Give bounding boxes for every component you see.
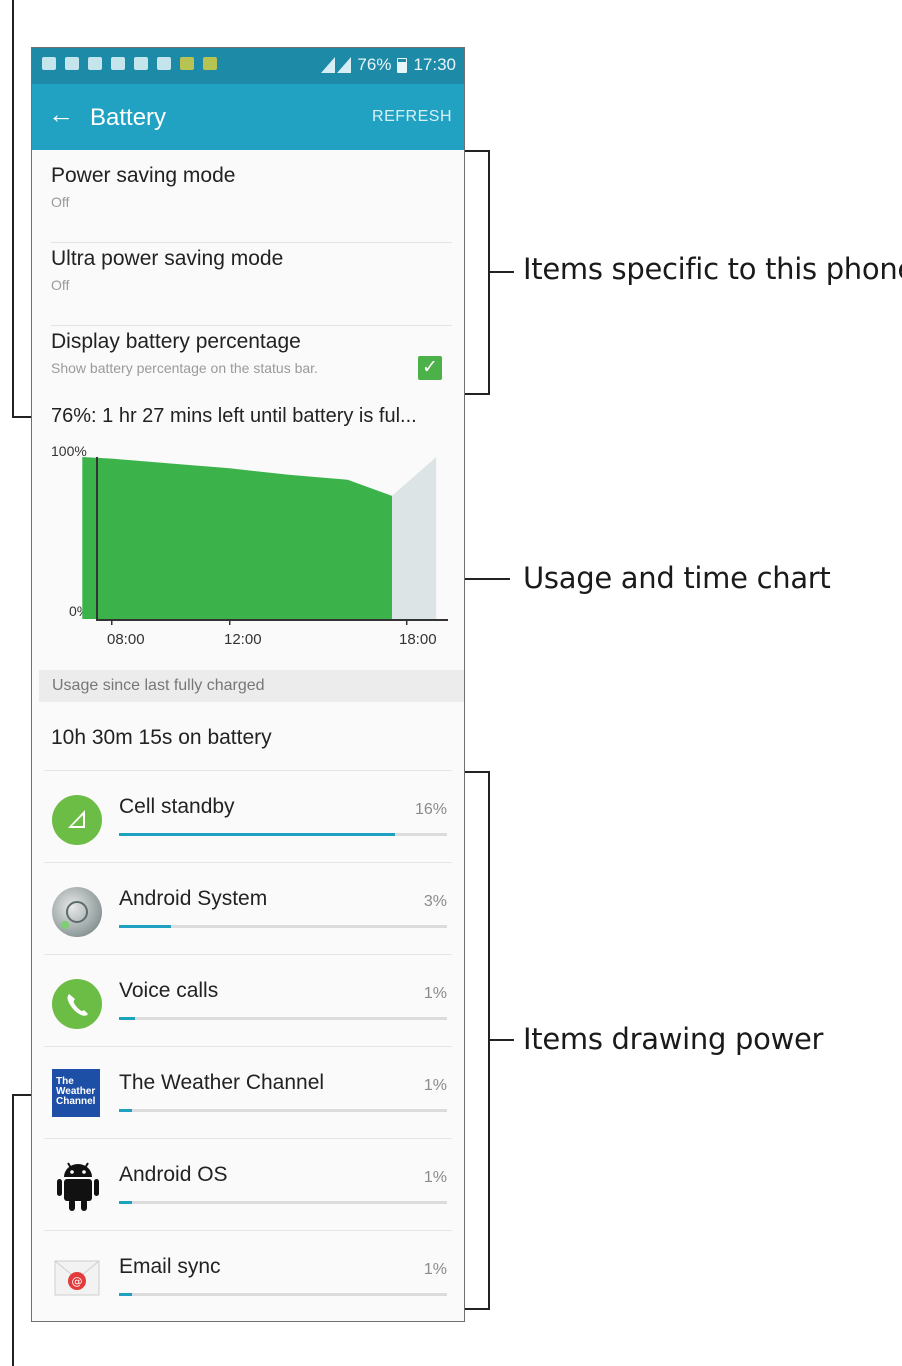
- usage-bar-track: [119, 1017, 447, 1020]
- x-tick-label: 18:00: [399, 631, 437, 648]
- callout-items-specific: Items specific to this phone: [523, 252, 902, 286]
- calendar-icon: [203, 57, 217, 70]
- usage-item-voice-calls[interactable]: Voice calls 1%: [44, 954, 452, 1047]
- refresh-button[interactable]: REFRESH: [372, 108, 452, 126]
- usage-item-android-os[interactable]: Android OS 1%: [44, 1138, 452, 1231]
- bracket-bottom-pointer: [488, 1039, 514, 1041]
- app-bar: ← Battery REFRESH: [32, 84, 464, 150]
- callout-line-left-bottom-vertical: [12, 1094, 14, 1366]
- callout-items-drawing: Items drawing power: [523, 1022, 824, 1056]
- setting-title: Display battery percentage: [51, 330, 301, 353]
- usage-item-percent: 3%: [423, 893, 447, 910]
- svg-text:@: @: [72, 1275, 83, 1288]
- usage-item-name: Cell standby: [119, 795, 235, 818]
- usage-item-percent: 16%: [414, 801, 447, 818]
- phone-screen: 76% 17:30 ← Battery REFRESH Power saving…: [31, 47, 465, 1322]
- usage-item-name: The Weather Channel: [119, 1071, 325, 1094]
- usage-bar-fill: [119, 1017, 136, 1020]
- message-icon: [42, 57, 56, 70]
- usage-item-email-sync[interactable]: @ Email sync 1%: [44, 1230, 452, 1321]
- bracket-top-pointer: [488, 271, 514, 273]
- battery-percent: 76%: [357, 55, 392, 74]
- chat-icon: [157, 57, 171, 70]
- setting-title: Ultra power saving mode: [51, 247, 284, 270]
- back-arrow-icon[interactable]: ←: [48, 99, 74, 130]
- usage-item-name: Android OS: [119, 1163, 228, 1186]
- setting-power-saving[interactable]: Power saving mode Off: [51, 164, 452, 243]
- usage-bar-track: [119, 833, 447, 836]
- status-right: 76% 17:30: [321, 55, 456, 75]
- usage-bar-fill: [119, 925, 172, 928]
- usage-bar-track: [119, 1109, 447, 1112]
- usage-item-weather-channel[interactable]: The Weather Channel The Weather Channel 1%: [44, 1046, 452, 1139]
- chart-plot: [82, 457, 448, 625]
- battery-icon: [397, 57, 408, 73]
- usage-bar-track: [119, 925, 447, 928]
- app-icon: [111, 57, 125, 70]
- setting-subtitle: Show battery percentage on the status ba…: [51, 360, 318, 376]
- usage-bar-fill: [119, 1109, 133, 1112]
- status-bar: 76% 17:30: [32, 48, 464, 84]
- usage-item-percent: 1%: [423, 1077, 447, 1094]
- weather-channel-logo-icon: The Weather Channel: [52, 1069, 100, 1117]
- time-on-battery: 10h 30m 15s on battery: [51, 726, 272, 749]
- usage-area: [82, 457, 393, 619]
- usage-bar-fill: [119, 1201, 133, 1204]
- calendar-icon: [180, 57, 194, 70]
- email-icon: [134, 57, 148, 70]
- usage-bar-track: [119, 1293, 447, 1296]
- usage-bar-track: [119, 1201, 447, 1204]
- checkbox-checked-icon[interactable]: ✓: [418, 356, 442, 380]
- setting-subtitle: Off: [51, 194, 70, 210]
- page-title: Battery: [90, 104, 167, 131]
- setting-title: Power saving mode: [51, 164, 236, 187]
- x-tick-label: 08:00: [107, 631, 145, 648]
- notification-icons: [42, 57, 217, 70]
- usage-item-name: Voice calls: [119, 979, 219, 1002]
- setting-display-battery-percentage[interactable]: Display battery percentage Show battery …: [51, 330, 452, 392]
- usage-item-percent: 1%: [423, 1261, 447, 1278]
- signal-icon: [321, 57, 352, 73]
- battery-usage-chart: 100% 0% 08:00 12:00 18:00: [48, 443, 452, 653]
- android-system-icon: [52, 887, 102, 937]
- android-robot-icon: [56, 1159, 100, 1213]
- usage-item-name: Android System: [119, 887, 268, 910]
- usage-bar-fill: [119, 1293, 133, 1296]
- setting-subtitle: Off: [51, 277, 70, 293]
- prediction-area: [392, 457, 437, 619]
- usage-item-cell-standby[interactable]: Cell standby 16%: [44, 770, 452, 863]
- email-envelope-icon: @: [54, 1257, 100, 1299]
- usage-bar-fill: [119, 833, 395, 836]
- usage-section-header: Usage since last fully charged: [39, 670, 464, 702]
- phone-call-icon: [52, 979, 102, 1029]
- usage-item-percent: 1%: [423, 985, 447, 1002]
- callout-line-left-top-vertical: [12, 0, 14, 418]
- gallery-icon: [88, 57, 102, 70]
- headset-icon: [65, 57, 79, 70]
- usage-item-percent: 1%: [423, 1169, 447, 1186]
- clock: 17:30: [413, 55, 456, 74]
- setting-ultra-power-saving[interactable]: Ultra power saving mode Off: [51, 247, 452, 326]
- battery-estimate: 76%: 1 hr 27 mins left until battery is …: [51, 405, 417, 427]
- usage-item-name: Email sync: [119, 1255, 221, 1278]
- callout-usage-chart: Usage and time chart: [523, 561, 831, 595]
- usage-item-android-system[interactable]: Android System 3%: [44, 862, 452, 955]
- cell-signal-icon: [52, 795, 102, 845]
- x-tick-label: 12:00: [224, 631, 262, 648]
